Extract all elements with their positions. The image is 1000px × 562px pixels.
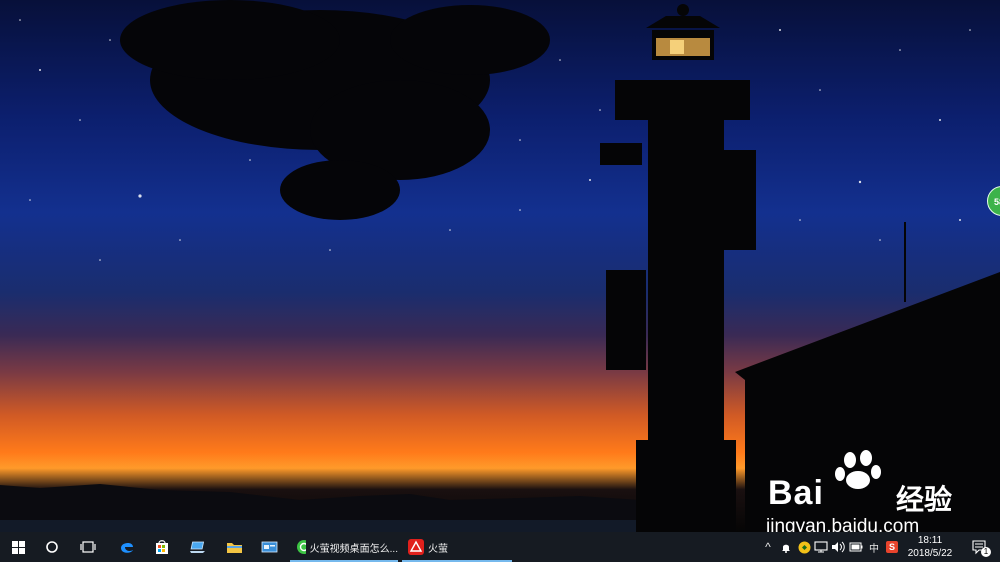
clock-date: 2018/5/22 xyxy=(907,548,953,559)
tray-volume-button[interactable] xyxy=(830,532,846,562)
edge-icon xyxy=(121,542,133,553)
cortana-button[interactable] xyxy=(36,532,68,562)
desktop[interactable]: 58 Bai 经验 jingyan.baidu.com xyxy=(0,0,1000,532)
task-view-icon xyxy=(80,541,96,553)
chevron-up-icon: ^ xyxy=(765,540,771,554)
cortana-circle-icon xyxy=(46,541,58,553)
task-view-button[interactable] xyxy=(72,532,104,562)
battery-icon xyxy=(849,542,863,552)
ime-label: 中 xyxy=(869,543,879,555)
tray-bell-button[interactable] xyxy=(778,532,794,562)
store-icon xyxy=(156,540,168,554)
volume-icon xyxy=(832,541,845,553)
laptop-icon xyxy=(190,541,205,553)
notification-count-badge: 1 xyxy=(981,547,991,557)
store-button[interactable] xyxy=(146,532,178,562)
taskbar-app-label: 火萤 xyxy=(428,543,448,555)
sogou-icon: S xyxy=(886,541,898,553)
tray-sogou-button[interactable]: S xyxy=(884,532,900,562)
tray-battery-button[interactable] xyxy=(848,532,864,562)
clock-time: 18:11 xyxy=(917,535,943,546)
watermark-url: jingyan.baidu.com xyxy=(766,516,920,532)
windows-logo-icon xyxy=(11,540,25,554)
huoying-video-icon xyxy=(297,540,306,554)
watermark-brand-cn: 经验 xyxy=(896,484,953,515)
show-hidden-icons-button[interactable]: ^ xyxy=(760,532,776,562)
tray-app-icon xyxy=(798,541,810,553)
tray-app-button[interactable] xyxy=(796,532,812,562)
folder-icon xyxy=(226,543,242,553)
file-explorer-button[interactable] xyxy=(218,532,250,562)
action-center-button[interactable]: 1 xyxy=(964,532,994,562)
clock[interactable]: 18:11 2018/5/22 xyxy=(902,534,958,560)
taskbar-app-huoying-video[interactable]: 火萤视频桌面怎么... xyxy=(290,532,398,562)
paw-icon xyxy=(835,450,881,489)
tray-network-button[interactable] xyxy=(813,532,829,562)
taskbar: 火萤视频桌面怎么... 火萤 ^ 中 S 18:11 2018/5/22 1 xyxy=(0,532,1000,562)
control-panel-button[interactable] xyxy=(253,532,285,562)
edge-button[interactable] xyxy=(111,532,143,562)
taskbar-app-label: 火萤视频桌面怎么... xyxy=(309,543,398,555)
taskbar-app-huoying[interactable]: 火萤 xyxy=(402,532,512,562)
network-icon xyxy=(814,541,828,553)
huoying-icon xyxy=(408,539,424,555)
tray-ime-button[interactable]: 中 xyxy=(866,532,882,562)
control-panel-icon xyxy=(261,541,277,553)
bell-icon xyxy=(782,544,790,553)
laptop-app-button[interactable] xyxy=(182,532,214,562)
watermark-brand: Bai xyxy=(768,474,824,512)
start-button[interactable] xyxy=(2,532,34,562)
